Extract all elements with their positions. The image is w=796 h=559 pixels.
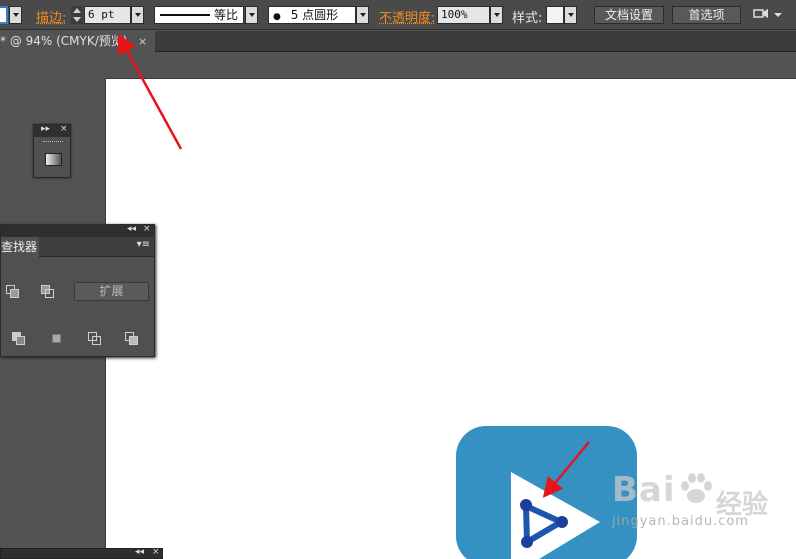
collapse-panel-icon[interactable]: ◂◂ <box>135 547 144 557</box>
panel-menu-icon[interactable] <box>772 6 784 24</box>
style-label: 样式: <box>512 7 542 25</box>
merge-icon[interactable] <box>88 332 104 346</box>
close-icon[interactable]: × <box>60 124 68 134</box>
paw-icon <box>678 472 714 506</box>
collapsed-gradient-panel: ▸▸ × <box>33 124 71 178</box>
crop-icon[interactable] <box>125 332 141 346</box>
grip-icon <box>43 141 63 144</box>
panel-header[interactable]: ▸▸ × <box>34 125 70 137</box>
control-bar: 描边: 6 pt 等比 ● 5 点圆形 不透明度: 100% 样式: 文档设置 … <box>0 0 796 30</box>
stroke-weight-spinner[interactable] <box>71 6 83 24</box>
close-icon[interactable]: × <box>138 31 147 52</box>
panel-menu-icon[interactable]: ▾≡ <box>137 239 150 250</box>
profile-label: 等比 <box>214 7 238 23</box>
panel-tab-row: 查找器 ▾≡ <box>1 237 154 257</box>
trim-icon[interactable] <box>50 332 66 346</box>
document-tab-bar: * @ 94% (CMYK/预览) × <box>0 31 796 52</box>
gradient-icon[interactable] <box>45 153 62 166</box>
intersect-icon[interactable] <box>6 285 22 299</box>
spinner-up-icon[interactable] <box>73 8 81 13</box>
variable-width-profile-dropdown[interactable]: 等比 <box>154 6 244 24</box>
fill-dropdown-arrow[interactable] <box>9 6 22 24</box>
document-tab[interactable]: * @ 94% (CMYK/预览) × <box>0 31 155 52</box>
play-triangle-icon <box>456 426 637 559</box>
preferences-button[interactable]: 首选项 <box>672 6 741 24</box>
document-tab-title: * @ 94% (CMYK/预览) <box>0 34 127 48</box>
opacity-dropdown-arrow[interactable] <box>490 6 503 24</box>
fill-swatch[interactable] <box>0 6 8 24</box>
pathfinder-panel: ◂◂ × 查找器 ▾≡ 扩展 <box>0 224 155 357</box>
close-icon[interactable]: × <box>143 224 151 234</box>
brush-dot-icon: ● <box>273 12 281 22</box>
profile-dropdown-arrow[interactable] <box>245 6 258 24</box>
arrange-documents-icon[interactable] <box>752 6 770 24</box>
opacity-label[interactable]: 不透明度: <box>379 7 435 25</box>
watermark: Bai 经验 jingyan.baidu.com <box>612 470 794 530</box>
tab-pathfinder[interactable]: 查找器 <box>1 237 39 257</box>
app-icon-artwork[interactable] <box>456 426 637 559</box>
brush-dropdown-arrow[interactable] <box>356 6 369 24</box>
stroke-label[interactable]: 描边: <box>36 7 66 25</box>
exclude-icon[interactable] <box>41 285 57 299</box>
expand-panel-icon[interactable]: ▸▸ <box>41 124 50 134</box>
watermark-url: jingyan.baidu.com <box>612 514 749 529</box>
stroke-weight-input[interactable]: 6 pt <box>84 6 131 24</box>
brush-label: 5 点圆形 <box>291 8 338 22</box>
close-icon[interactable]: × <box>152 547 160 557</box>
stroke-weight-dropdown-arrow[interactable] <box>131 6 144 24</box>
opacity-input[interactable]: 100% <box>437 6 490 24</box>
expand-button[interactable]: 扩展 <box>74 282 149 301</box>
graphic-style-swatch[interactable] <box>546 6 564 24</box>
watermark-logo: Bai <box>612 470 676 510</box>
bottom-panel-header[interactable]: ◂◂ × <box>0 548 163 559</box>
spinner-down-icon[interactable] <box>73 17 81 22</box>
style-dropdown-arrow[interactable] <box>564 6 577 24</box>
stroke-line-preview <box>160 14 210 16</box>
divide-icon[interactable] <box>12 332 28 346</box>
brush-definition-dropdown[interactable]: ● 5 点圆形 <box>268 6 356 24</box>
document-setup-button[interactable]: 文档设置 <box>594 6 664 24</box>
collapse-panel-icon[interactable]: ◂◂ <box>127 224 136 234</box>
panel-header[interactable]: ◂◂ × <box>1 225 154 237</box>
